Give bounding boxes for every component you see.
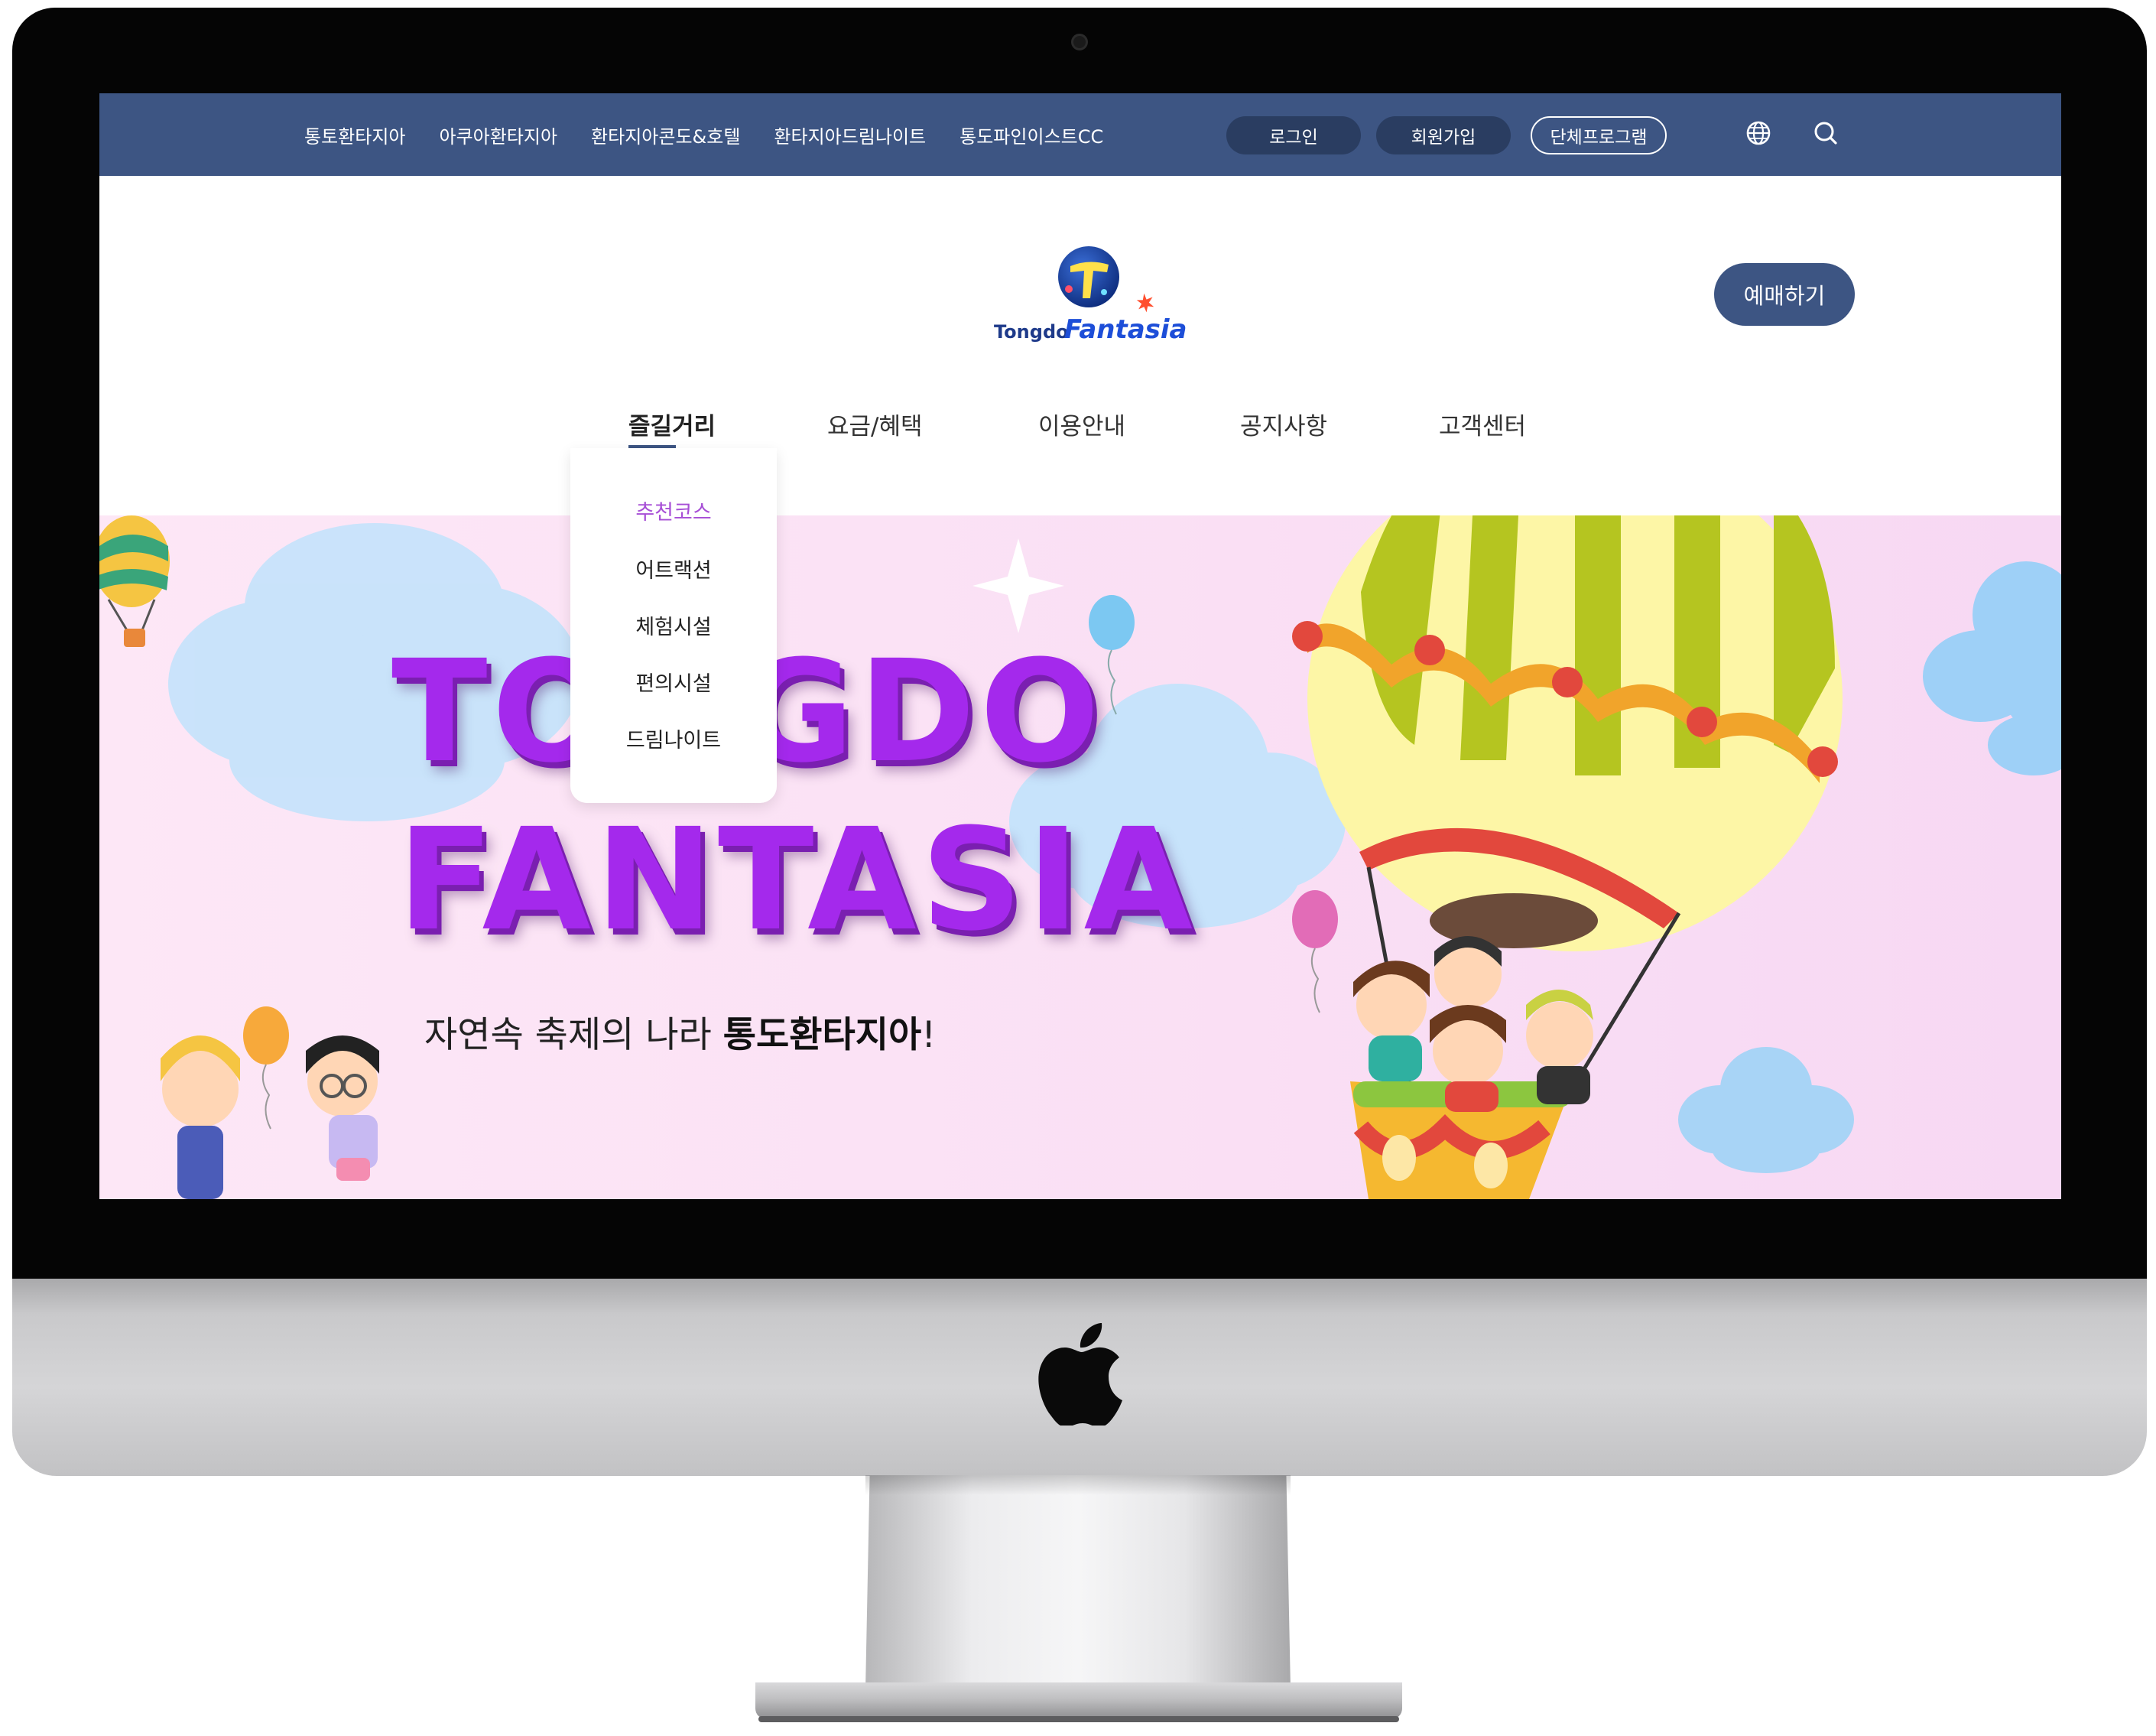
monitor-stand-foot [755, 1682, 1402, 1719]
pink-balloon-icon [1292, 890, 1338, 1013]
small-hot-air-balloon-icon [99, 515, 170, 647]
submenu-item-dream-night[interactable]: 드림나이트 [570, 723, 777, 753]
family-link[interactable]: 환타지아콘도&호텔 [591, 122, 740, 148]
family-site-links: 통토환타지아 아쿠아환타지아 환타지아콘도&호텔 환타지아드림나이트 통도파인이… [304, 93, 1137, 176]
apple-logo-icon [1038, 1323, 1122, 1426]
submenu-item-recommended[interactable]: 추천코스 [570, 496, 777, 525]
family-link[interactable]: 아쿠아환타지아 [439, 122, 557, 148]
stand-shadow [865, 1475, 1291, 1495]
nav-item-support[interactable]: 고객센터 [1439, 407, 1526, 441]
hero-banner: TONGDO FANTASIA 자연속 축제의 나라 통도환타지아! [99, 515, 2061, 1199]
boy-character-icon [306, 1035, 379, 1181]
main-navigation: 즐길거리 요금/혜택 이용안내 공지사항 고객센터 [99, 407, 2061, 460]
sparkle-icon [972, 538, 1064, 633]
stand-edge [758, 1716, 1399, 1722]
family-link[interactable]: 환타지아드림나이트 [774, 122, 926, 148]
submenu-item-experience[interactable]: 체험시설 [570, 610, 777, 640]
monitor-stand-neck [865, 1475, 1291, 1689]
signup-button[interactable]: 회원가입 [1376, 116, 1511, 154]
top-utility-bar: 통토환타지아 아쿠아환타지아 환타지아콘도&호텔 환타지아드림나이트 통도파인이… [99, 93, 2061, 176]
hero-slogan: 자연속 축제의 나라 통도환타지아! [424, 1005, 936, 1058]
slogan-prefix: 자연속 축제의 나라 [424, 1014, 723, 1056]
hero-title-line-2: FANTASIA [398, 798, 1197, 962]
submenu-item-amenities[interactable]: 편의시설 [570, 667, 777, 697]
nav-item-pricing[interactable]: 요금/혜택 [827, 407, 923, 441]
nav-item-guide[interactable]: 이용안내 [1038, 407, 1125, 441]
family-link[interactable]: 통도파인이스트CC [959, 122, 1103, 148]
nav-item-activities[interactable]: 즐길거리 [628, 407, 716, 441]
cloud-right-icon [1923, 561, 2061, 775]
booking-button[interactable]: 예매하기 [1714, 263, 1855, 326]
camera [1071, 34, 1088, 50]
logo-text-fantasia: Fantasia [1064, 314, 1187, 345]
slogan-suffix: ! [921, 1014, 937, 1056]
family-link[interactable]: 통토환타지아 [304, 122, 405, 148]
submenu-dropdown: 추천코스 어트랙션 체험시설 편의시설 드림나이트 [570, 448, 777, 803]
girl-character-icon [161, 1035, 240, 1199]
website-screen: 통토환타지아 아쿠아환타지아 환타지아콘도&호텔 환타지아드림나이트 통도파인이… [99, 93, 2061, 1199]
nav-item-notice[interactable]: 공지사항 [1240, 407, 1327, 441]
submenu-item-attractions[interactable]: 어트랙션 [570, 554, 777, 584]
slogan-brand: 통도환타지아 [722, 1014, 922, 1056]
group-program-button[interactable]: 단체프로그램 [1531, 116, 1667, 154]
login-button[interactable]: 로그인 [1226, 116, 1361, 154]
orange-balloon-icon [243, 1006, 289, 1130]
cloud-small-icon [1678, 1047, 1854, 1173]
logo-text-tongdo: Tongdo [994, 321, 1069, 343]
globe-icon[interactable] [1745, 119, 1772, 147]
tongdo-fantasia-logo[interactable]: Tongdo Fantasia [989, 243, 1188, 347]
search-icon[interactable] [1812, 119, 1839, 147]
